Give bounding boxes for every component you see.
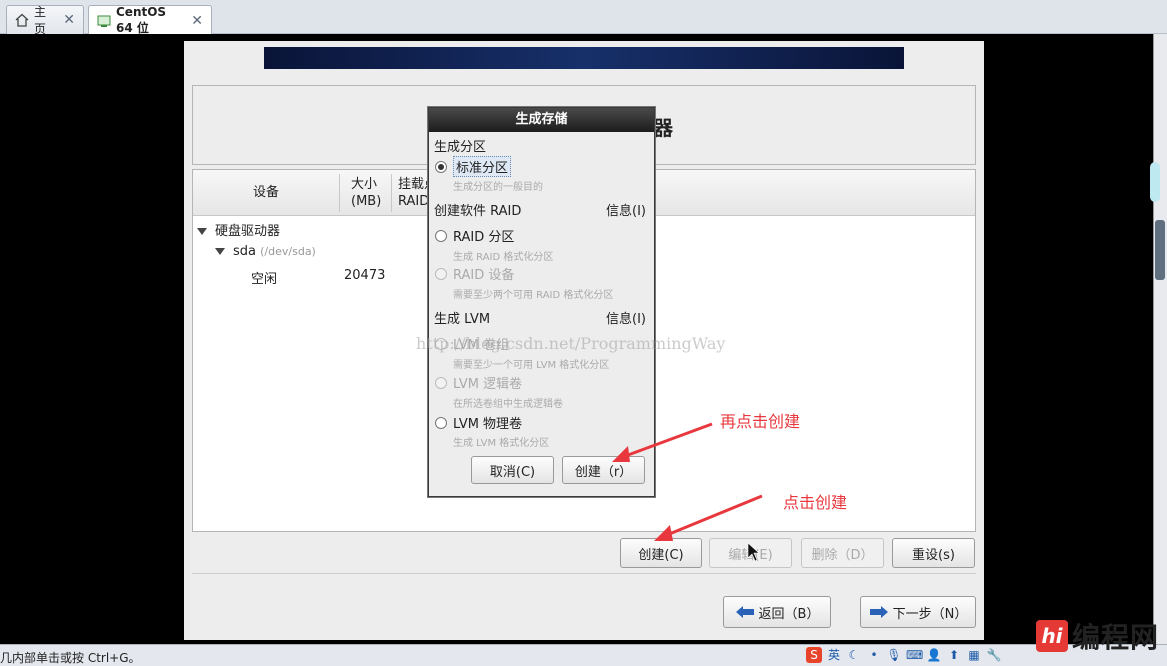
annotation-click-create-again: 再点击创建 — [720, 412, 801, 431]
moon-icon[interactable]: ☾ — [846, 647, 862, 663]
logo-mark: hi — [1035, 620, 1068, 652]
sogou-icon[interactable]: S — [806, 647, 822, 663]
logo-text: 编程网 — [1071, 621, 1159, 654]
annotation-click-create: 点击创建 — [783, 493, 848, 512]
keyboard-icon[interactable]: ⌨ — [906, 647, 923, 663]
status-bar: 几内部单击或按 Ctrl+G。 S 英 ☾ • 🎙 ⌨ 👤 ⬆ ▦ 🔧 — [0, 644, 1167, 666]
user-icon[interactable]: 👤 — [926, 647, 942, 663]
shirt-icon[interactable]: ⬆ — [946, 647, 962, 663]
site-logo: hi 编程网 — [1035, 616, 1159, 656]
annotation-arrows — [612, 422, 763, 562]
wrench-icon[interactable]: 🔧 — [986, 647, 1002, 663]
microphone-icon[interactable]: 🎙 — [886, 647, 902, 663]
status-hint: 几内部单击或按 Ctrl+G。 — [0, 651, 141, 665]
system-tray: S 英 ☾ • 🎙 ⌨ 👤 ⬆ ▦ 🔧 — [806, 647, 1002, 663]
ime-mode[interactable]: 英 — [826, 647, 842, 663]
grid-icon[interactable]: ▦ — [966, 647, 982, 663]
dot-icon[interactable]: • — [866, 647, 882, 663]
